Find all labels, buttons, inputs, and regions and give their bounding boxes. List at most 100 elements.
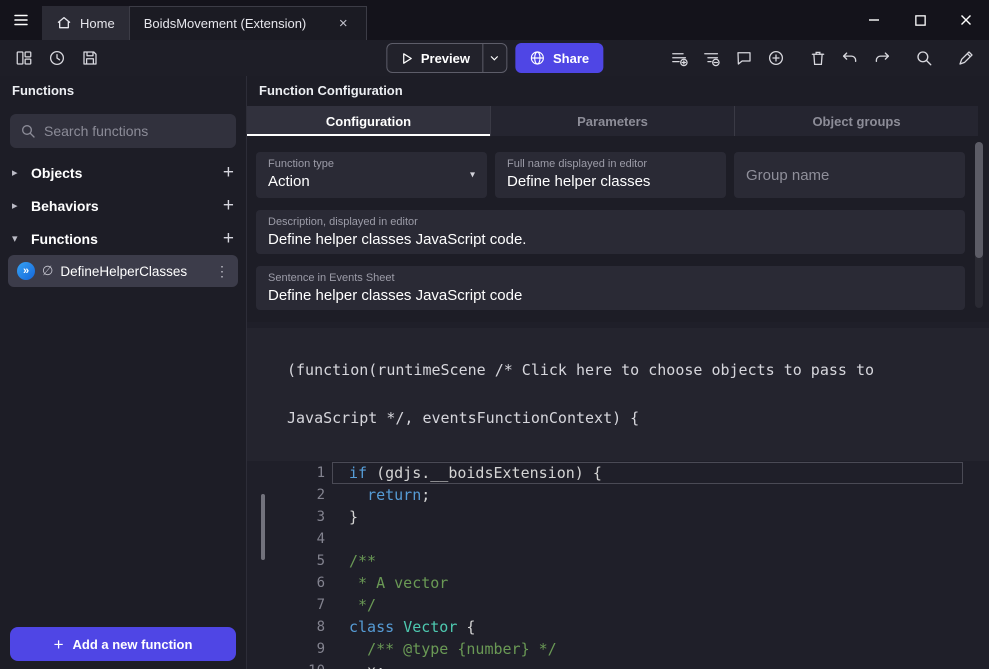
- search-box[interactable]: [10, 114, 236, 148]
- code-line-5[interactable]: 5/**: [247, 550, 989, 572]
- function-type-select[interactable]: Function type Action ▾: [256, 152, 487, 198]
- search-functions-input[interactable]: [44, 123, 226, 139]
- tab-parameters[interactable]: Parameters: [491, 106, 735, 136]
- add-object-icon[interactable]: +: [223, 163, 234, 182]
- line-code[interactable]: if (gdjs.__boidsExtension) {: [332, 462, 963, 484]
- line-number: 6: [247, 572, 325, 594]
- config-scrollbar[interactable]: [975, 142, 983, 308]
- full-name-label: Full name displayed in editor: [507, 158, 714, 170]
- code-line-6[interactable]: 6 * A vector: [247, 572, 989, 594]
- sentence-label: Sentence in Events Sheet: [268, 272, 953, 284]
- line-code[interactable]: x;: [332, 660, 963, 669]
- full-name-field[interactable]: Full name displayed in editor Define hel…: [495, 152, 726, 198]
- titlebar: Home BoidsMovement (Extension) ×: [0, 0, 989, 40]
- app-window: Home BoidsMovement (Extension) ×: [0, 0, 989, 669]
- add-comment-icon[interactable]: [730, 45, 757, 72]
- line-number: 4: [247, 528, 325, 550]
- code-line-2[interactable]: 2 return;: [247, 484, 989, 506]
- group-name-field[interactable]: [734, 152, 965, 198]
- code-line-3[interactable]: 3}: [247, 506, 989, 528]
- hamburger-icon: [12, 11, 30, 29]
- chevron-right-icon: ▸: [12, 199, 24, 212]
- empty-set-icon: ∅: [42, 263, 53, 279]
- functions-sidebar: Functions ▸ Objects + ▸ Behaviors +: [0, 76, 247, 669]
- sentence-field[interactable]: Sentence in Events Sheet Define helper c…: [256, 266, 965, 310]
- select-arrow-icon: ▾: [470, 170, 475, 181]
- line-code[interactable]: }: [332, 506, 963, 528]
- section-label: Objects: [31, 165, 82, 181]
- line-code[interactable]: [332, 528, 963, 550]
- tab-object-groups[interactable]: Object groups: [735, 106, 978, 136]
- history-icon[interactable]: [43, 45, 70, 72]
- preview-button-main[interactable]: Preview: [387, 51, 482, 66]
- config-scrollbar-thumb[interactable]: [975, 142, 983, 258]
- tree-section-functions[interactable]: ▾ Functions +: [0, 222, 246, 255]
- code-header-line-1[interactable]: (function(runtimeScene /* Click here to …: [287, 362, 969, 378]
- add-new-function-button[interactable]: + Add a new function: [10, 627, 236, 661]
- line-code[interactable]: * A vector: [332, 572, 963, 594]
- tab-configuration[interactable]: Configuration: [247, 106, 491, 136]
- code-line-7[interactable]: 7 */: [247, 594, 989, 616]
- function-type-value: Action: [268, 173, 475, 190]
- description-field[interactable]: Description, displayed in editor Define …: [256, 210, 965, 254]
- preview-dropdown-button[interactable]: [482, 44, 506, 72]
- section-label: Functions: [31, 231, 98, 247]
- config-field-row: Function type Action ▾ Full name display…: [256, 152, 965, 198]
- search-magnifier-icon: [20, 123, 36, 139]
- code-line-4[interactable]: 4: [247, 528, 989, 550]
- code-line-9[interactable]: 9 /** @type {number} */: [247, 638, 989, 660]
- search-icon[interactable]: [910, 45, 937, 72]
- plus-icon: +: [54, 636, 64, 653]
- layout-panels-icon[interactable]: [10, 45, 37, 72]
- code-line-10[interactable]: 10 x;: [247, 660, 989, 669]
- edit-pen-icon[interactable]: [952, 45, 979, 72]
- preview-button-label: Preview: [421, 51, 470, 66]
- add-function-icon[interactable]: +: [223, 229, 234, 248]
- functions-tree: ▸ Objects + ▸ Behaviors + ▾ Functions + …: [0, 152, 246, 619]
- tree-section-behaviors[interactable]: ▸ Behaviors +: [0, 189, 246, 222]
- window-controls: [851, 0, 989, 40]
- hamburger-menu-button[interactable]: [0, 0, 42, 40]
- kebab-menu-icon[interactable]: ⋮: [215, 263, 229, 280]
- trash-icon[interactable]: [804, 45, 831, 72]
- save-icon[interactable]: [76, 45, 103, 72]
- maximize-button[interactable]: [897, 0, 943, 40]
- code-header-block[interactable]: (function(runtimeScene /* Click here to …: [247, 328, 989, 461]
- add-event-icon[interactable]: [666, 45, 693, 72]
- undo-icon[interactable]: [836, 45, 863, 72]
- line-code[interactable]: class Vector {: [332, 616, 963, 638]
- redo-icon[interactable]: [868, 45, 895, 72]
- share-button-label: Share: [553, 51, 589, 66]
- add-subevent-icon[interactable]: [698, 45, 725, 72]
- preview-button[interactable]: Preview: [386, 43, 507, 73]
- line-code[interactable]: return;: [332, 484, 963, 506]
- line-code[interactable]: */: [332, 594, 963, 616]
- javascript-code-editor[interactable]: (function(runtimeScene /* Click here to …: [247, 322, 989, 669]
- toolbar-right-group: [666, 45, 979, 72]
- code-line-8[interactable]: 8class Vector {: [247, 616, 989, 638]
- code-line-1[interactable]: 1if (gdjs.__boidsExtension) {: [247, 462, 989, 484]
- description-label: Description, displayed in editor: [268, 216, 953, 228]
- globe-icon: [529, 50, 545, 66]
- panel-resize-handle[interactable]: [261, 494, 265, 560]
- share-button[interactable]: Share: [515, 43, 603, 73]
- tree-section-objects[interactable]: ▸ Objects +: [0, 156, 246, 189]
- line-code[interactable]: /** @type {number} */: [332, 638, 963, 660]
- line-number: 7: [247, 594, 325, 616]
- tab-home[interactable]: Home: [42, 6, 129, 40]
- add-behavior-icon[interactable]: +: [223, 196, 234, 215]
- minimize-button[interactable]: [851, 0, 897, 40]
- close-tab-icon[interactable]: ×: [335, 14, 352, 33]
- tab-boidsmovement-extension[interactable]: BoidsMovement (Extension) ×: [129, 6, 367, 40]
- group-name-input[interactable]: [746, 167, 953, 184]
- tab-home-label: Home: [80, 16, 115, 31]
- line-code[interactable]: /**: [332, 550, 963, 572]
- function-configuration-panel: Function Configuration Configuration Par…: [247, 76, 989, 669]
- full-name-value: Define helper classes: [507, 173, 714, 190]
- close-window-button[interactable]: [943, 0, 989, 40]
- function-item-label: DefineHelperClasses: [60, 264, 187, 279]
- function-item-definehelperclasses[interactable]: » ∅ DefineHelperClasses ⋮: [8, 255, 238, 287]
- home-icon: [56, 15, 72, 31]
- function-type-label: Function type: [268, 158, 475, 170]
- add-circle-icon[interactable]: [762, 45, 789, 72]
